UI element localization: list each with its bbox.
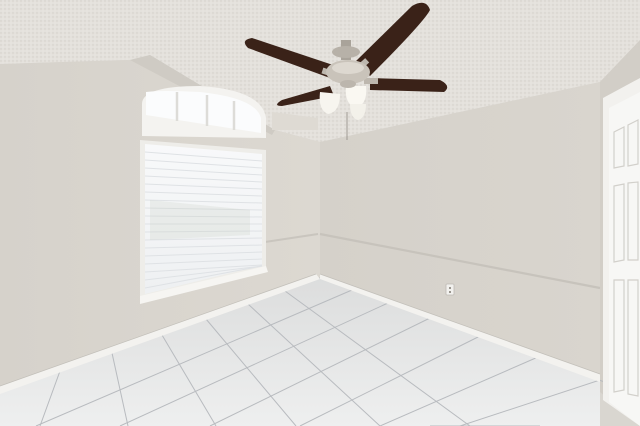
room-illustration (0, 0, 640, 426)
room-photo (0, 0, 640, 426)
wall-outlet (445, 283, 455, 296)
closet-door[interactable] (603, 78, 640, 426)
